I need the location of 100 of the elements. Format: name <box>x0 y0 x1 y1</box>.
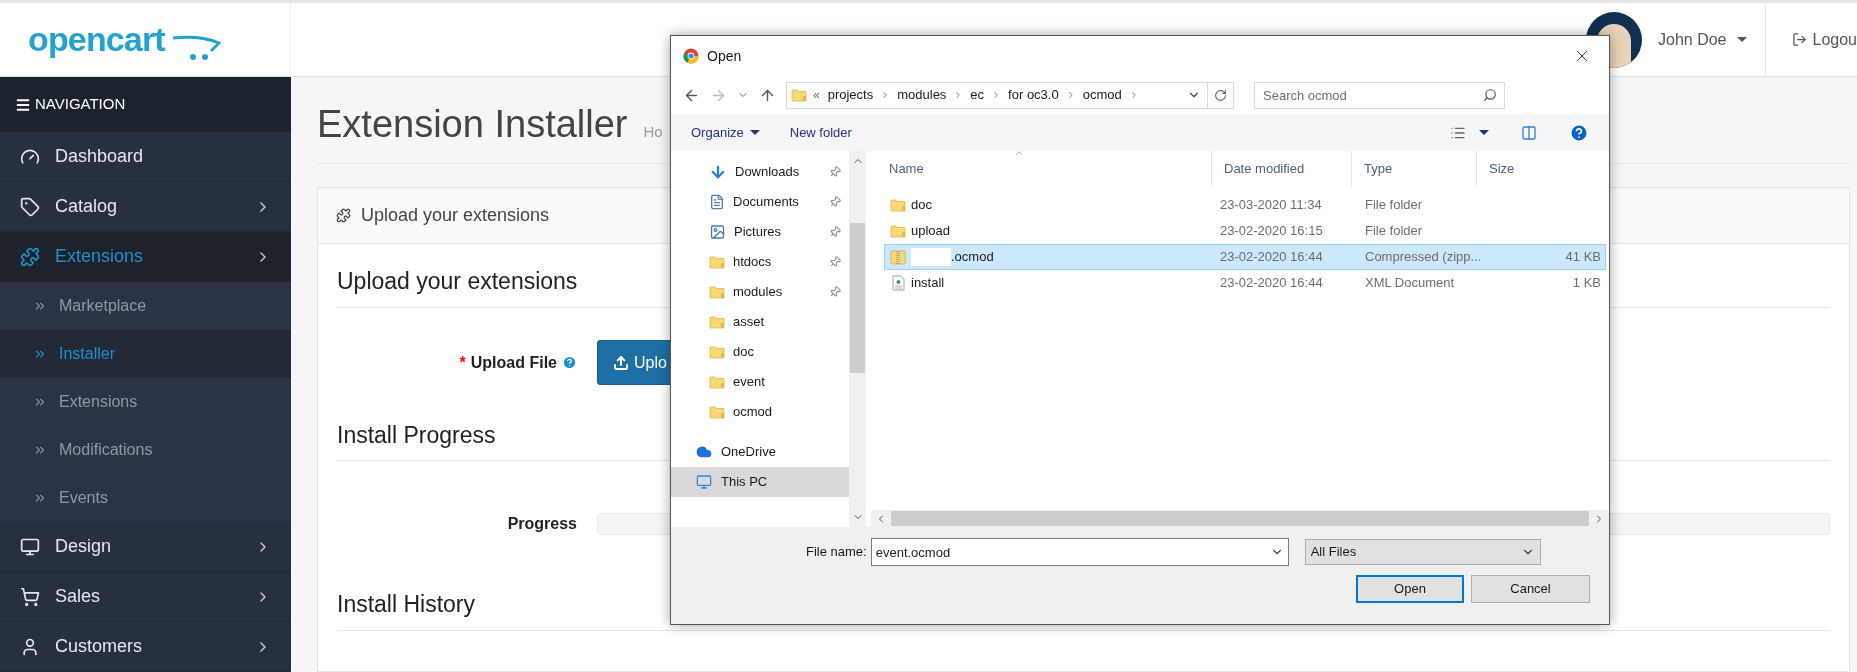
zip-folder-icon <box>890 249 906 265</box>
new-folder-button[interactable]: New folder <box>789 122 852 143</box>
logout-icon <box>1791 32 1807 47</box>
file-date: 23-02-2020 16:15 <box>1219 222 1324 241</box>
document-icon <box>709 194 725 210</box>
file-size: 41 KB <box>1564 248 1602 267</box>
file-name: .ocmod <box>951 248 994 267</box>
file-type: Compressed (zipp... <box>1364 248 1483 267</box>
file-name-label: File name: <box>806 543 867 562</box>
upload-icon <box>613 354 629 371</box>
caret-icon <box>749 130 760 135</box>
panel-title: Upload your extensions <box>361 204 550 227</box>
column-header[interactable]: Type <box>1351 151 1476 187</box>
double-chevron-icon <box>33 443 47 457</box>
caret-icon[interactable] <box>1479 130 1489 135</box>
submenu-item[interactable]: Installer <box>0 330 291 378</box>
menu-icon[interactable] <box>15 96 31 113</box>
scroll-thumb[interactable] <box>891 511 1589 526</box>
puzzle-icon <box>336 208 351 223</box>
help-icon[interactable] <box>1569 122 1589 143</box>
file-row[interactable]: .ocmod 23-02-2020 16:44 Compressed (zipp... 41 KB <box>884 244 1606 270</box>
path-segment[interactable]: ocmod <box>1080 85 1124 105</box>
double-chevron-icon <box>33 347 47 361</box>
sidebar-item[interactable]: Design <box>0 522 291 572</box>
address-bar[interactable]: « projects modules ec for oc3.0 ocmod <box>786 81 1234 109</box>
user-icon <box>20 636 40 657</box>
cart-icon <box>20 586 40 607</box>
sidebar-item[interactable]: Sales <box>0 572 291 622</box>
path-segment[interactable]: modules <box>895 85 949 105</box>
double-chevron-icon <box>33 491 47 505</box>
file-date: 23-02-2020 16:44 <box>1219 248 1324 267</box>
folder-icon <box>709 374 725 390</box>
computer-icon <box>695 474 713 490</box>
dialog-title: Open <box>707 46 743 66</box>
refresh-icon[interactable] <box>1214 88 1227 102</box>
file-type: XML Document <box>1364 274 1456 293</box>
file-name: install <box>911 274 945 293</box>
folder-icon <box>709 314 725 330</box>
xml-file-icon <box>890 275 906 291</box>
file-date: 23-02-2020 16:44 <box>1219 274 1324 293</box>
folder-icon <box>709 284 725 300</box>
column-header[interactable]: Size <box>1476 151 1609 187</box>
field-label: Upload File <box>470 352 557 373</box>
sidebar-item[interactable]: Catalog <box>0 182 291 232</box>
sort-indicator-icon <box>1013 148 1025 158</box>
organize-menu[interactable]: Organize <box>691 122 760 143</box>
double-chevron-icon <box>33 395 47 409</box>
file-name: doc <box>911 196 932 215</box>
file-row[interactable]: upload 23-02-2020 16:15 File folder <box>884 218 1606 244</box>
navigation-title: NAVIGATION <box>35 94 126 115</box>
path-segment[interactable]: projects <box>825 85 876 105</box>
overflow-chevron[interactable]: « <box>807 86 826 104</box>
field-label: Progress <box>507 514 577 534</box>
folder-icon <box>890 223 906 239</box>
nav-pane-item[interactable]: Documents <box>671 187 849 217</box>
caret-icon <box>1736 37 1747 42</box>
pictures-icon <box>709 224 726 240</box>
nav-pane-item[interactable]: This PC <box>671 467 849 497</box>
path-segment[interactable]: for oc3.0 <box>1006 85 1061 105</box>
folder-icon <box>709 404 725 420</box>
nav-pane-item[interactable]: Downloads <box>671 157 849 187</box>
path-segment[interactable]: ec <box>968 85 987 105</box>
file-row[interactable]: install 23-02-2020 16:44 XML Document 1 KB <box>884 270 1606 296</box>
column-header[interactable]: Name <box>871 151 1211 187</box>
column-header[interactable]: Date modified <box>1211 151 1351 187</box>
folder-icon <box>709 254 725 270</box>
scroll-thumb[interactable] <box>850 223 865 373</box>
nav-pane-item[interactable]: asset <box>671 307 849 337</box>
nav-pane-item[interactable]: Pictures <box>671 217 849 247</box>
tag-icon <box>20 196 40 217</box>
nav-pane-item[interactable]: modules <box>671 277 849 307</box>
file-date: 23-03-2020 11:34 <box>1219 196 1323 215</box>
puzzle-icon <box>20 246 40 267</box>
file-row[interactable]: doc 23-03-2020 11:34 File folder <box>884 192 1606 218</box>
search-icon <box>1483 87 1497 102</box>
logout-link[interactable]: Logou <box>1765 27 1857 52</box>
file-type: File folder <box>1364 196 1424 215</box>
cloud-icon <box>695 444 713 460</box>
search-field[interactable]: Search ocmod <box>1254 81 1505 109</box>
file-type: File folder <box>1364 222 1424 241</box>
page-title: Extension Installer <box>317 105 628 143</box>
folder-icon <box>709 344 725 360</box>
double-chevron-icon <box>33 299 47 313</box>
sidebar-item[interactable]: Dashboard <box>0 132 291 182</box>
required-asterisk: * <box>459 352 466 373</box>
monitor-icon <box>20 536 40 557</box>
help-icon <box>562 355 577 370</box>
cancel-button[interactable]: Cancel <box>1471 575 1590 603</box>
browser-icon <box>683 48 699 64</box>
preview-pane-icon[interactable] <box>1519 124 1539 141</box>
download-arrow-icon <box>709 163 727 181</box>
file-name: upload <box>911 222 951 241</box>
sidebar-item[interactable]: Customers <box>0 622 291 672</box>
file-size: 1 KB <box>1571 274 1602 293</box>
user-menu[interactable]: John Doe <box>1658 3 1766 76</box>
sidebar-item[interactable]: Extensions <box>0 232 291 282</box>
open-button[interactable]: Open <box>1356 575 1464 603</box>
file-type-select[interactable]: All Files <box>1304 539 1541 565</box>
folder-icon <box>791 86 807 104</box>
file-name-field[interactable]: event.ocmod <box>870 538 1289 566</box>
